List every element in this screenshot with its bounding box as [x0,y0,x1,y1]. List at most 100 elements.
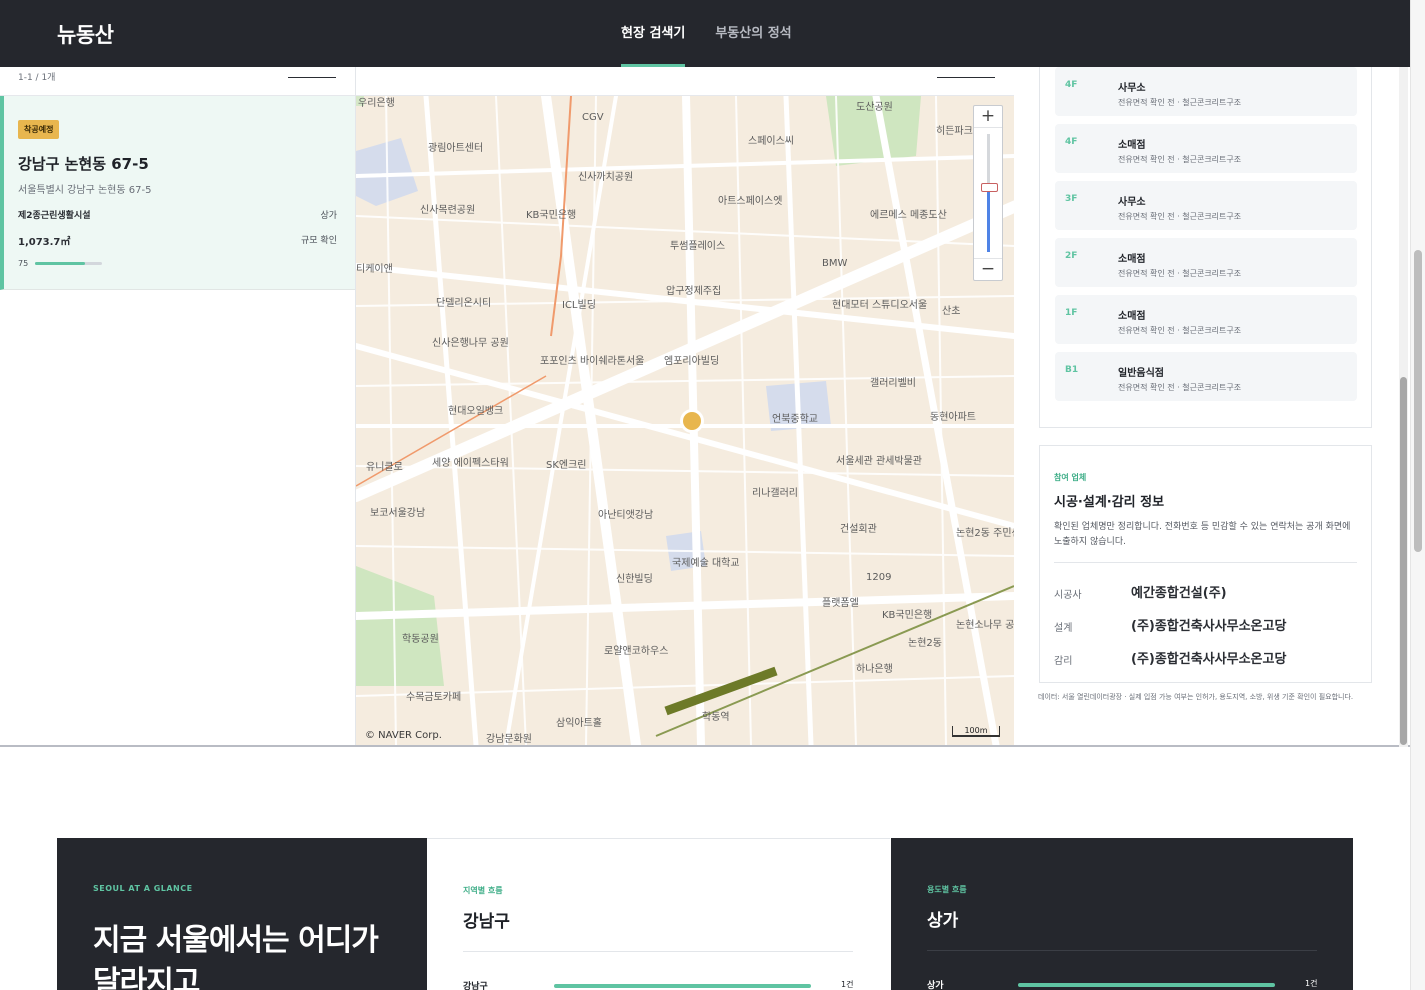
map-place-label[interactable]: 학동공원 [402,633,439,645]
map-place-label[interactable]: 단델리온시티 [436,297,491,309]
divider [463,951,853,952]
map-place-label[interactable]: 압구정제주집 [666,284,721,297]
map-place-label[interactable]: 하나은행 [856,662,893,675]
detail-scrollbar-thumb[interactable] [1400,377,1407,745]
map-place-label[interactable]: 논현2동 주민센터 [956,527,1014,539]
map-scale-bar: 100m [952,726,1000,737]
map-place-label[interactable]: 유니클로 [366,461,403,473]
map-place-label[interactable]: 리나갤러리 [752,487,798,499]
site-type: 상가 [320,211,337,221]
site-zone: 제2종근린생활시설 [18,211,91,221]
region-row-label: 강남구 [463,982,488,990]
floor-use: 사무소 [1118,83,1146,94]
zoom-slider-handle[interactable] [981,183,998,193]
firm-label: 감리 [1054,656,1073,667]
map-place-label[interactable]: 투썸플레이스 [670,240,725,252]
data-source-note: 데이터: 서울 열린데이터광장 · 실제 입점 가능 여부는 인허가, 용도지역… [1038,693,1354,701]
map-place-label[interactable]: 스페이스씨 [748,135,794,147]
progress-bar-fill [35,262,86,265]
firms-description: 확인된 업체명만 정리합니다. 전화번호 등 민감할 수 있는 연락처는 공개 … [1054,522,1351,547]
map-place-label[interactable]: 갤러리벨비 [870,377,916,389]
map-options-dropdown[interactable] [937,67,995,78]
nav-site-search[interactable]: 현장 검색기 [621,0,686,67]
floor-item: 4F 사무소 전유면적 확인 전 · 철근콘크리트구조 [1055,67,1357,116]
site-marker-dot [683,412,701,430]
nav-realestate-guide[interactable]: 부동산의 정석 [715,0,791,67]
sort-dropdown[interactable] [288,67,336,78]
map-place-label[interactable]: 우리은행 [358,97,395,109]
map-place-label[interactable]: 현대모터 스튜디오서울 [832,299,927,311]
map-place-label[interactable]: 산초 [942,305,960,317]
floor-list: 4F 사무소 전유면적 확인 전 · 철근콘크리트구조 4F 소매점 전유면적 … [1039,57,1372,428]
map-place-label[interactable]: 포포인츠 바이쉐라톤서울 [540,355,644,367]
zoom-slider-fill [987,187,990,252]
detail-scrollbar[interactable] [1399,67,1408,747]
floor-level: 4F [1065,80,1078,90]
floor-use: 소매점 [1118,140,1146,151]
map-place-label[interactable]: 1209 [866,572,891,583]
site-detail-panel: 4F 사무소 전유면적 확인 전 · 철근콘크리트구조 4F 소매점 전유면적 … [1014,57,1396,745]
map-place-label[interactable]: 논현2동 [908,637,942,649]
map-toolbar [356,67,1014,96]
map-place-label[interactable]: 수목금토카페 [406,691,461,703]
map-canvas: 우리은행 CGV 도산공원광림아트센터 스페이스씨 히든파크신사까치공원신사목련공원 KB… [356,96,1014,745]
usage-trend-title: 상가 [927,911,959,931]
firm-value: (주)종합건축사사무소온고당 [1131,652,1287,667]
map-place-label[interactable]: ICL빌딩 [562,299,596,311]
map-place-label[interactable]: SK엔크린 [546,459,587,471]
map-view[interactable]: 우리은행 CGV 도산공원광림아트센터 스페이스씨 히든파크신사까치공원신사목련공원 KB… [356,96,1014,745]
floor-desc: 전유면적 확인 전 · 철근콘크리트구조 [1118,155,1242,164]
floor-item: 3F 사무소 전유면적 확인 전 · 철근콘크리트구조 [1055,181,1357,230]
zoom-slider[interactable] [981,134,998,252]
map-place-label[interactable]: 보코서울강남 [370,507,425,519]
region-trend-eyebrow: 지역별 흐름 [463,886,503,895]
map-place-label[interactable]: 국제예술 대학교 [672,557,740,569]
map-place-label[interactable]: 에르메스 메종도산 [870,209,947,221]
map-place-label[interactable]: 언북중학교 [772,413,818,425]
map-place-label[interactable]: 강남문화원 [486,733,532,745]
list-header: 1-1 / 1개 [0,67,355,96]
floor-item: 1F 소매점 전유면적 확인 전 · 철근콘크리트구조 [1055,295,1357,344]
map-place-label[interactable]: 현대오일뱅크 [448,405,503,417]
site-logo[interactable]: 뉴동산 [57,19,114,49]
firm-value: (주)종합건축사사무소온고당 [1131,619,1287,634]
map-place-label[interactable]: 신사목련공원 [420,204,475,216]
site-card[interactable]: 착공예정 강남구 논현동 67-5 서울특별시 강남구 논현동 67-5 제2종… [0,96,355,290]
map-place-label[interactable]: 티케이앤 [356,263,393,275]
floor-item: B1 일반음식점 전유면적 확인 전 · 철근콘크리트구조 [1055,352,1357,401]
map-place-label[interactable]: 학동역 [702,711,730,723]
map-place-label[interactable]: 세양 에이펙스타워 [432,456,509,469]
map-place-label[interactable]: 신사까치공원 [578,171,633,183]
map-place-label[interactable]: 삼익아트홀 [556,716,602,729]
map-place-label[interactable]: 아난티앳강남 [598,509,653,521]
map-place-label[interactable]: 서울세관 관세박물관 [836,455,922,467]
region-row-bar [554,984,811,988]
map-place-label[interactable]: 신한빌딩 [616,573,653,585]
map-place-label[interactable]: 도산공원 [856,101,893,113]
map-place-label[interactable]: KB국민은행 [882,609,932,621]
map-place-label[interactable]: 로얄앤코하우스 [604,644,668,657]
page-scrollbar-thumb[interactable] [1414,250,1422,552]
map-place-label[interactable]: 히든파크 [936,125,973,137]
map-place-label[interactable]: 동현아파트 [930,411,976,423]
firms-eyebrow: 참여 업체 [1054,473,1087,482]
map-place-label[interactable]: 건설회관 [840,523,877,535]
map-place-label[interactable]: 신사은행나무 공원 [432,337,509,349]
map-place-label[interactable]: BMW [822,258,847,269]
map-place-label[interactable]: 광림아트센터 [428,142,483,154]
map-place-label[interactable]: CGV [582,112,604,123]
zoom-in-button[interactable]: + [974,106,1002,128]
map-place-label[interactable]: 플랫폼엘 [822,596,859,609]
usage-trend-card: 용도별 흐름 상가 상가 1건 [891,838,1353,990]
seoul-glance-section: SEOUL AT A GLANCE 지금 서울에서는 어디가 달라지고 지역별 … [57,838,1353,990]
site-title: 강남구 논현동 67-5 [18,155,149,173]
scale-check-link[interactable]: 규모 확인 [301,233,337,246]
region-trend-title: 강남구 [463,912,510,932]
map-place-label[interactable]: 엠포리아빌딩 [664,355,719,367]
region-trend-card: 지역별 흐름 강남구 강남구 1건 [427,838,890,990]
zoom-out-button[interactable]: − [974,258,1002,280]
map-place-label[interactable]: 논현소나무 공원 [956,619,1014,631]
map-place-label[interactable]: 아트스페이스엣 [718,195,782,207]
page-scrollbar[interactable] [1410,0,1425,990]
map-place-label[interactable]: KB국민은행 [526,209,576,221]
